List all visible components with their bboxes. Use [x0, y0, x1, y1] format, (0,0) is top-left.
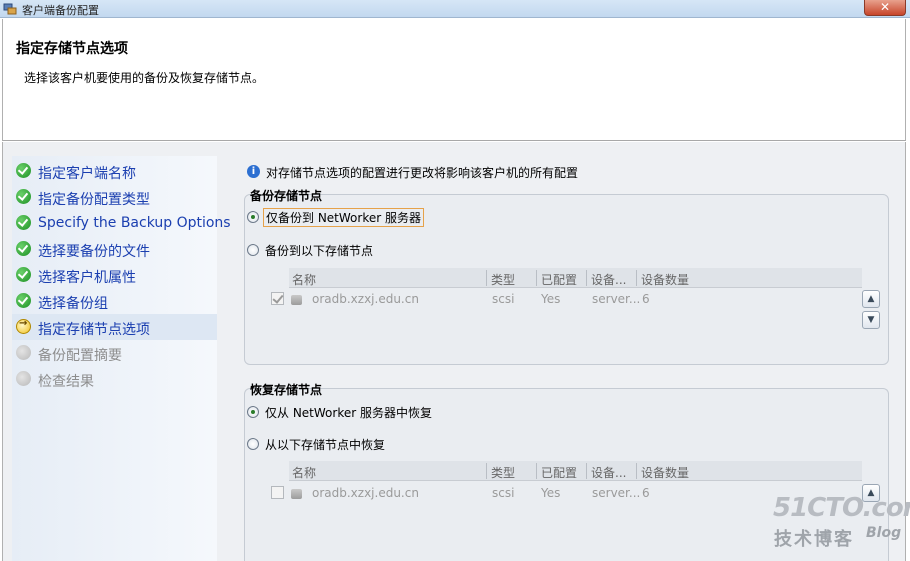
step-client-name[interactable]: 指定客户端名称: [12, 158, 217, 184]
radio-button-selected[interactable]: [247, 211, 259, 223]
column-header-device-count[interactable]: 设备数量: [641, 464, 689, 481]
step-label: 选择要备份的文件: [38, 244, 150, 260]
title-bar: 客户端备份配置 ✕: [0, 0, 910, 18]
step-label: 选择客户机属性: [38, 270, 136, 286]
app-icon: [3, 3, 17, 15]
checkmark-icon: [16, 189, 31, 204]
cell-device: server...: [592, 486, 641, 500]
radio-label: 从以下存储节点中恢复: [265, 438, 386, 452]
pending-step-icon: [16, 345, 31, 360]
row-checkbox[interactable]: [271, 486, 284, 499]
info-icon: i: [247, 165, 260, 178]
radio-label: 仅从 NetWorker 服务器中恢复: [265, 406, 432, 420]
step-label: 检查结果: [38, 374, 94, 390]
step-client-properties[interactable]: 选择客户机属性: [12, 262, 217, 288]
step-label: 备份配置摘要: [38, 348, 122, 364]
column-divider: [586, 463, 587, 479]
column-divider: [636, 270, 637, 286]
close-icon: ✕: [880, 0, 891, 14]
restore-table-header: 名称 类型 已配置 设备... 设备数量: [289, 461, 862, 481]
info-message: 对存储节点选项的配置进行更改将影响该客户机的所有配置: [266, 166, 579, 180]
step-storage-node-options[interactable]: 指定存储节点选项: [12, 314, 217, 340]
column-header-device-count[interactable]: 设备数量: [641, 271, 689, 288]
page-description: 选择该客户机要使用的备份及恢复存储节点。: [24, 71, 265, 85]
column-header-configured[interactable]: 已配置: [541, 464, 577, 481]
checkmark-icon: [16, 163, 31, 178]
backup-table-header: 名称 类型 已配置 设备... 设备数量: [289, 268, 862, 288]
step-label: 选择备份组: [38, 296, 108, 312]
watermark-blog: Blog: [866, 525, 902, 541]
checkmark-icon: [16, 215, 31, 230]
cell-type: scsi: [492, 486, 515, 500]
column-divider: [636, 463, 637, 479]
step-backup-options[interactable]: Specify the Backup Options: [12, 210, 231, 236]
restore-group-title: 恢复存储节点: [250, 383, 323, 397]
row-checkbox[interactable]: [271, 292, 284, 305]
step-label: 指定客户端名称: [38, 166, 136, 182]
column-header-configured[interactable]: 已配置: [541, 271, 577, 288]
cell-name: oradb.xzxj.edu.cn: [312, 486, 419, 500]
checkmark-icon: [16, 241, 31, 256]
step-backup-group[interactable]: 选择备份组: [12, 288, 217, 314]
step-label: 指定备份配置类型: [38, 192, 150, 208]
step-check-results: 检查结果: [12, 366, 217, 392]
step-label: 指定存储节点选项: [38, 322, 150, 338]
watermark-caption: 技术博客: [774, 529, 854, 550]
storage-node-icon: [291, 489, 302, 499]
watermark: 51CTO.com 技术博客 Blog: [773, 493, 910, 553]
column-header-type[interactable]: 类型: [491, 271, 515, 288]
table-row[interactable]: oradb.xzxj.edu.cn scsi Yes server... 6: [271, 289, 862, 309]
chevron-up-icon: ▲: [867, 294, 875, 304]
radio-button[interactable]: [247, 244, 259, 256]
radio-button[interactable]: [247, 438, 259, 450]
step-config-summary: 备份配置摘要: [12, 340, 217, 366]
column-divider: [486, 270, 487, 286]
column-divider: [586, 270, 587, 286]
cell-device-count: 6: [642, 292, 650, 306]
column-divider: [536, 270, 537, 286]
radio-label: 备份到以下存储节点: [265, 244, 374, 258]
move-up-button[interactable]: ▲: [862, 290, 880, 308]
radio-label: 仅备份到 NetWorker 服务器: [263, 208, 424, 227]
column-header-type[interactable]: 类型: [491, 464, 515, 481]
pending-step-icon: [16, 371, 31, 386]
storage-node-icon: [291, 295, 302, 305]
column-divider: [536, 463, 537, 479]
cell-device-count: 6: [642, 486, 650, 500]
close-button[interactable]: ✕: [864, 0, 906, 16]
column-header-name[interactable]: 名称: [292, 271, 316, 288]
chevron-down-icon: ▼: [867, 315, 875, 325]
checkmark-icon: [16, 293, 31, 308]
cell-type: scsi: [492, 292, 515, 306]
column-header-device[interactable]: 设备...: [591, 271, 626, 288]
cell-device: server...: [592, 292, 641, 306]
cell-configured: Yes: [541, 292, 561, 306]
move-down-button[interactable]: ▼: [862, 311, 880, 329]
page-title: 指定存储节点选项: [16, 41, 128, 57]
wizard-header: 指定存储节点选项 选择该客户机要使用的备份及恢复存储节点。: [2, 19, 906, 141]
step-select-files[interactable]: 选择要备份的文件: [12, 236, 217, 262]
cell-configured: Yes: [541, 486, 561, 500]
column-divider: [486, 463, 487, 479]
checkmark-icon: [16, 267, 31, 282]
current-step-icon: [16, 318, 31, 334]
cell-name: oradb.xzxj.edu.cn: [312, 292, 419, 306]
wizard-steps-sidebar: 指定客户端名称 指定备份配置类型 Specify the Backup Opti…: [12, 156, 231, 561]
column-header-name[interactable]: 名称: [292, 464, 316, 481]
step-backup-config-type[interactable]: 指定备份配置类型: [12, 184, 217, 210]
backup-group-title: 备份存储节点: [250, 189, 323, 203]
watermark-site: 51CTO.com: [773, 493, 910, 523]
column-header-device[interactable]: 设备...: [591, 464, 626, 481]
radio-button-selected[interactable]: [247, 406, 259, 418]
window-title: 客户端备份配置: [22, 4, 99, 17]
step-label: Specify the Backup Options: [38, 215, 231, 231]
